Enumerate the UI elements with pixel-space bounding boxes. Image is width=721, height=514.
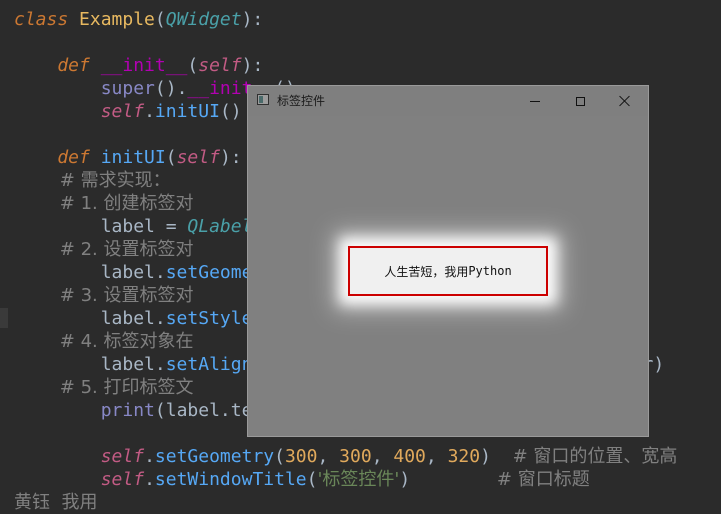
app-window[interactable]: 标签控件 人生苦短，我用 Python: [248, 86, 648, 436]
code-token: super: [100, 78, 155, 99]
code-token: (: [154, 9, 166, 30]
code-token: __init__: [100, 55, 188, 76]
code-token: label.: [14, 262, 166, 283]
code-token: class: [14, 9, 80, 30]
code-token: # 窗口的位置、宽高: [512, 446, 678, 467]
code-token: label =: [14, 216, 188, 237]
code-token: .: [144, 101, 155, 122]
code-token: def: [14, 55, 101, 76]
code-token: 300: [339, 446, 372, 467]
code-token: 黄钰 我用: [14, 492, 104, 513]
code-token: # 2. 设置标签对: [14, 239, 194, 260]
code-token: # 3. 设置标签对: [14, 285, 194, 306]
code-line: class Example(QWidget):: [14, 8, 263, 31]
code-line: def __init__(self):: [14, 54, 263, 77]
code-token: setGeome: [165, 262, 253, 283]
label-text-python: Python: [468, 264, 512, 278]
code-token: self: [198, 55, 242, 76]
code-token: # 窗口标题: [496, 469, 590, 490]
code-token: ,: [317, 446, 340, 467]
code-token: ):: [241, 9, 264, 30]
window-title: 标签控件: [277, 94, 326, 108]
code-token: # 1. 创建标签对: [14, 193, 194, 214]
code-token: self: [100, 469, 145, 490]
code-token: setGeometry: [154, 446, 275, 467]
maximize-icon: [575, 96, 585, 106]
code-token: .: [144, 446, 155, 467]
maximize-button[interactable]: [557, 86, 603, 116]
code-token: ): [480, 446, 513, 467]
code-token: # 4. 标签对象在: [14, 331, 194, 352]
label-text-chinese: 人生苦短，我用: [384, 264, 469, 279]
window-client-area: 人生苦短，我用 Python: [248, 116, 648, 436]
code-token: ): [399, 469, 497, 490]
code-token: initUI: [100, 147, 166, 168]
code-token: # 需求实现：: [14, 170, 171, 191]
code-token: (: [187, 55, 199, 76]
code-line: # 需求实现：: [14, 169, 171, 192]
code-line: label.setStyle: [14, 307, 253, 330]
code-token: QLabel: [187, 216, 253, 237]
code-token: (: [274, 446, 285, 467]
code-token: initUI: [154, 101, 220, 122]
window-icon: [257, 94, 269, 105]
minimize-button[interactable]: [512, 86, 558, 116]
code-line: label.setGeome: [14, 261, 253, 284]
code-token: self: [176, 147, 220, 168]
code-token: ,: [371, 446, 394, 467]
code-token: label.: [14, 354, 166, 375]
code-token: setStyle: [165, 308, 253, 329]
code-token: '标签控件': [317, 469, 400, 490]
code-token: ,: [425, 446, 448, 467]
code-line: # 3. 设置标签对: [14, 284, 194, 307]
code-token: # 5. 打印标签文: [14, 377, 194, 398]
code-token: (label.te: [154, 400, 253, 421]
code-line: self.initUI(): [14, 100, 242, 123]
code-token: setWindowTitle: [154, 469, 307, 490]
code-token: label.: [14, 308, 166, 329]
code-token: ):: [219, 147, 242, 168]
code-line: def initUI(self):: [14, 146, 242, 169]
code-token: QWidget: [165, 9, 242, 30]
code-line: 黄钰 我用: [14, 491, 103, 514]
code-token: def: [14, 147, 101, 168]
code-line: self.setWindowTitle('标签控件') # 窗口标题: [14, 468, 590, 491]
code-token: ().: [154, 78, 188, 99]
code-token: 320: [447, 446, 481, 467]
code-token: Example: [79, 9, 155, 30]
text-label: 人生苦短，我用 Python: [348, 246, 548, 296]
code-token: self: [100, 446, 145, 467]
code-token: 400: [393, 446, 426, 467]
code-line: # 1. 创建标签对: [14, 192, 194, 215]
code-token: setAlign: [165, 354, 253, 375]
code-token: (: [306, 469, 318, 490]
code-line: # 4. 标签对象在: [14, 330, 194, 353]
code-token: print: [100, 400, 155, 421]
code-line: print(label.te: [14, 399, 253, 422]
current-line-marker: [0, 308, 8, 328]
code-token: ):: [241, 55, 264, 76]
title-bar[interactable]: 标签控件: [248, 86, 648, 116]
minimize-icon: [530, 100, 540, 102]
code-token: 300: [284, 446, 318, 467]
code-line: label = QLabel: [14, 215, 253, 238]
code-token: .: [144, 469, 155, 490]
code-token: (): [219, 101, 242, 122]
code-line: self.setGeometry(300, 300, 400, 320) # 窗…: [14, 445, 678, 468]
close-button[interactable]: [602, 86, 648, 116]
code-token: (: [165, 147, 177, 168]
close-icon: [619, 95, 631, 107]
code-line: # 2. 设置标签对: [14, 238, 194, 261]
code-line: # 5. 打印标签文: [14, 376, 194, 399]
code-token: self: [100, 101, 145, 122]
